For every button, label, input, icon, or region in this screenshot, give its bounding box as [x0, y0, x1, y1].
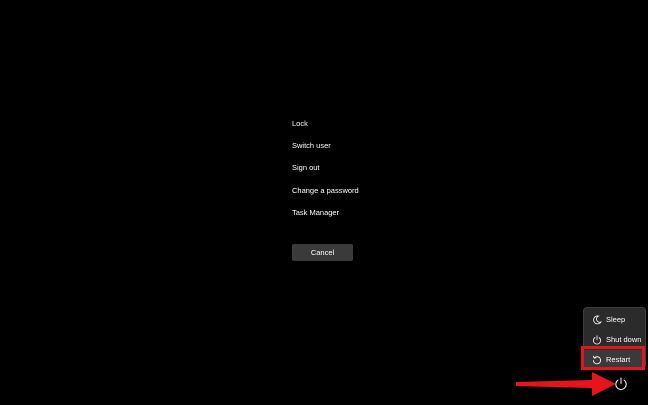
security-options-menu: Lock Switch user Sign out Change a passw…	[286, 113, 406, 224]
sleep-option[interactable]: Sleep	[584, 310, 645, 330]
shut-down-option[interactable]: Shut down	[584, 330, 645, 350]
change-password-option[interactable]: Change a password	[286, 180, 406, 202]
shut-down-label: Shut down	[606, 335, 642, 344]
restart-label: Restart	[606, 355, 631, 364]
restart-icon	[592, 355, 601, 365]
cancel-button[interactable]: Cancel	[292, 244, 353, 261]
restart-option[interactable]: Restart	[584, 350, 645, 370]
sign-out-option[interactable]: Sign out	[286, 157, 406, 179]
red-arrow-annotation	[516, 372, 616, 396]
switch-user-option[interactable]: Switch user	[286, 135, 406, 157]
moon-icon	[593, 315, 602, 325]
task-manager-option[interactable]: Task Manager	[286, 202, 406, 224]
lock-option[interactable]: Lock	[286, 113, 406, 135]
power-options-flyout: Sleep Shut down Restart	[583, 307, 646, 370]
security-options-screen: Lock Switch user Sign out Change a passw…	[0, 0, 648, 405]
sleep-label: Sleep	[606, 315, 626, 324]
power-icon	[593, 335, 601, 345]
power-icon[interactable]	[612, 375, 630, 393]
